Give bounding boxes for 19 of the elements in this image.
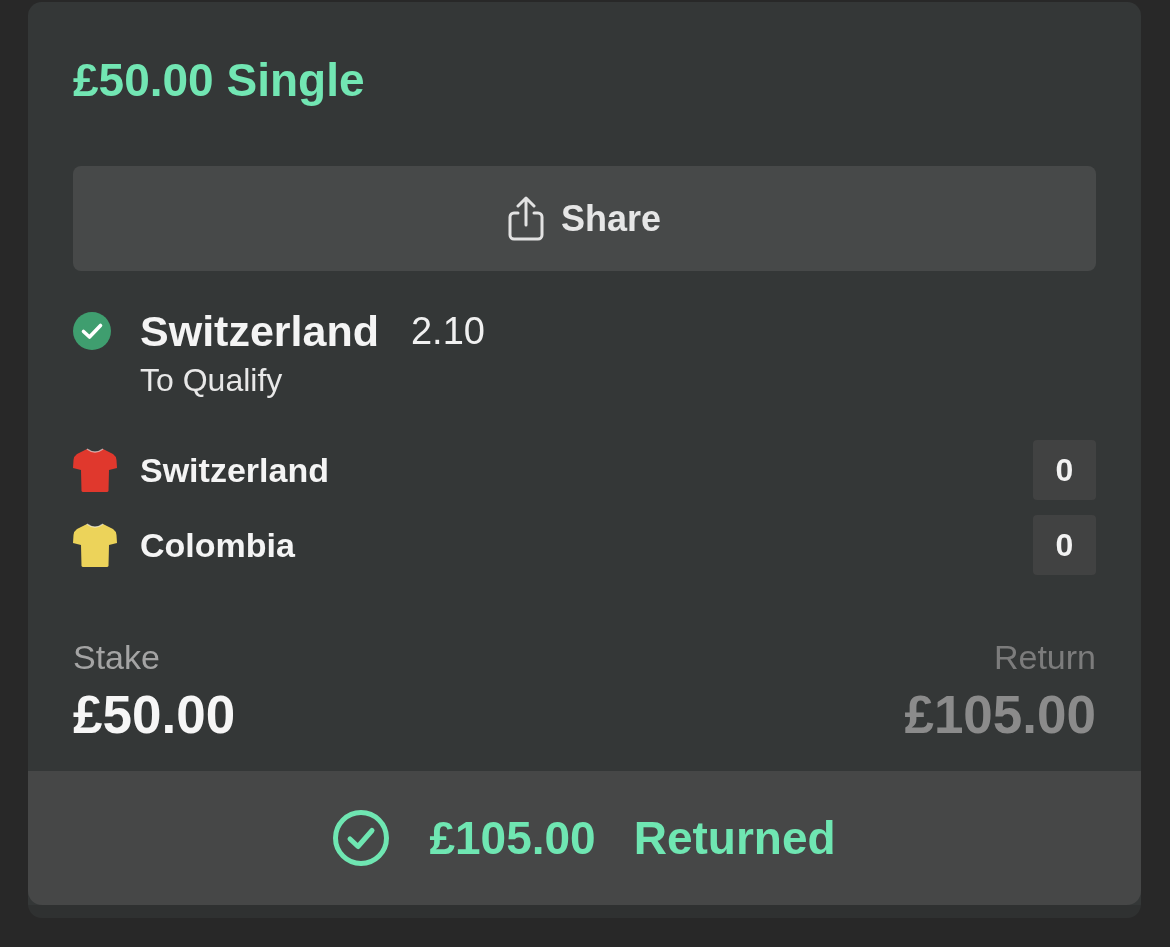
stake-label: Stake <box>73 637 160 677</box>
shirt-icon <box>73 522 117 568</box>
selection-name: Switzerland <box>140 306 379 356</box>
team-name: Colombia <box>140 525 296 565</box>
team-score: 0 <box>1033 515 1096 575</box>
result-amount: £105.00 <box>429 811 596 865</box>
return-value: £105.00 <box>904 685 1096 745</box>
bet-title: £50.00 Single <box>73 53 366 107</box>
market-name: To Qualify <box>140 361 284 399</box>
share-icon <box>507 196 544 241</box>
share-button[interactable]: Share <box>73 166 1096 271</box>
shirt-icon <box>73 447 117 493</box>
stake-value: £50.00 <box>73 685 236 745</box>
selection-odds: 2.10 <box>410 309 485 354</box>
result-status: Returned <box>633 811 836 865</box>
team-name: Switzerland <box>140 450 330 490</box>
return-label: Return <box>993 637 1096 677</box>
team-score: 0 <box>1033 440 1096 500</box>
check-circle-icon <box>333 810 390 866</box>
